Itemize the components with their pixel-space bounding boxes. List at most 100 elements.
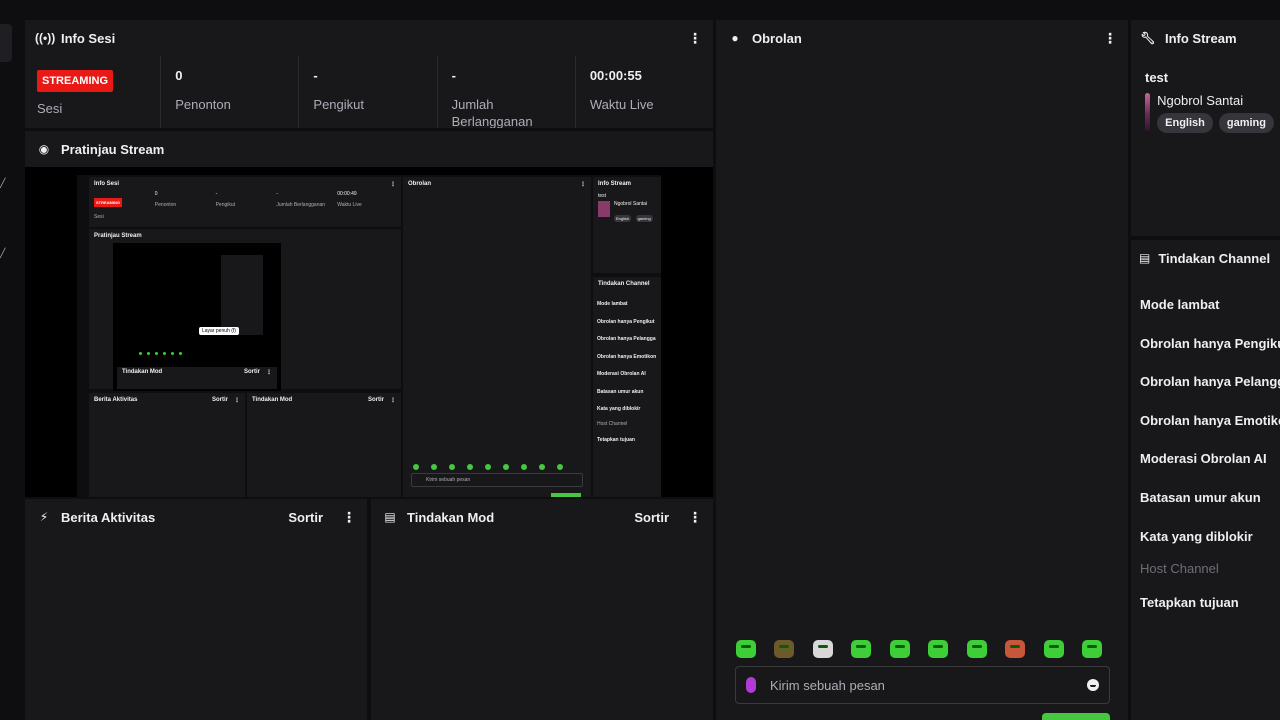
session-info-panel: ((•)) Info Sesi ⋮ STREAMING Sesi 0 Penon… (25, 20, 713, 128)
viewers-label: Penonton (175, 97, 231, 112)
stream-preview-panel: ◉ Pratinjau Stream Info Sesi ⋮ STREAMING S… (25, 131, 713, 497)
emote-icon[interactable] (1005, 640, 1026, 658)
emote-icon[interactable] (851, 640, 872, 658)
mini-followers-value: - (215, 191, 218, 197)
followers-stat: - Pengikut (298, 56, 436, 128)
wrench-icon: 🔧︎ (1140, 31, 1156, 45)
chat-message-input[interactable] (770, 677, 1087, 693)
mini-mod-panel: Tindakan Mod Sortir ⋮ (247, 393, 401, 497)
mini-action-item: Tetapkan tujuan (597, 437, 635, 443)
action-account-age[interactable]: Batasan umur akun (1140, 490, 1261, 505)
category-thumbnail (1145, 93, 1151, 131)
stream-preview-header: ◉ Pratinjau Stream (25, 131, 713, 167)
session-status-stat: STREAMING Sesi (25, 56, 160, 128)
mini-action-item: Host Channel (597, 421, 628, 427)
emote-icon[interactable] (1081, 640, 1102, 658)
sidebar-collapse-tab[interactable] (0, 24, 12, 62)
activity-feed-title: Berita Aktivitas (61, 509, 156, 525)
left-sidebar-strip: ╱ ╱ (0, 0, 22, 720)
mini-chat-title: Obrolan (408, 181, 432, 187)
action-followers-only[interactable]: Obrolan hanya Pengikut (1140, 336, 1280, 351)
stream-preview-video[interactable]: Info Sesi ⋮ STREAMING Sesi 0 Penonton - Peng… (25, 167, 713, 497)
viewers-value: 0 (175, 68, 183, 83)
stream-category: Ngobrol Santai (1157, 93, 1244, 108)
sidebar-mark-icon: ╱ (0, 248, 6, 258)
action-emote-only[interactable]: Obrolan hanya Emotikon (1140, 413, 1280, 428)
session-label: Sesi (37, 101, 63, 116)
emote-icon[interactable] (736, 640, 756, 658)
mini-stream-name: test (598, 193, 607, 199)
document-icon: ▤ (384, 510, 396, 524)
mini-action-item: Obrolan hanya Emotikon (597, 354, 657, 360)
mini-session-label: Sesi (94, 214, 104, 220)
mini-inner-mod-title: Tindakan Mod (122, 369, 163, 375)
mod-actions-panel: ▤ Tindakan Mod Sortir ⋮ (371, 499, 713, 720)
chat-header: ● Obrolan ⋮ (716, 20, 1128, 56)
mini-live-time-value: 00:00:49 (337, 191, 357, 197)
chat-menu-icon[interactable]: ⋮ (1102, 30, 1118, 47)
action-subscribers-only[interactable]: Obrolan hanya Pelanggan (1140, 374, 1280, 389)
mini-tag: gaming (635, 215, 653, 222)
mod-actions-header: ▤ Tindakan Mod Sortir ⋮ (371, 499, 713, 535)
session-info-title: Info Sesi (61, 30, 116, 46)
mini-action-item: Moderasi Obrolan AI (597, 371, 646, 377)
activity-sort-button[interactable]: Sortir (288, 510, 323, 525)
emote-icon[interactable] (889, 640, 910, 658)
action-host-channel: Host Channel (1140, 561, 1219, 576)
chat-panel: ● Obrolan ⋮ (716, 20, 1128, 720)
action-blocked-words[interactable]: Kata yang diblokir (1140, 529, 1253, 544)
subscriptions-stat: - Jumlah Berlangganan (436, 56, 575, 128)
mini-action-item: Obrolan hanya Pengikut (597, 319, 655, 325)
action-slow-mode[interactable]: Mode lambat (1140, 297, 1219, 312)
chat-title: Obrolan (752, 30, 802, 46)
mini-action-item: Obrolan hanya Pelangga (597, 336, 656, 342)
activity-feed-panel: ⚡︎ Berita Aktivitas Sortir ⋮ (25, 499, 367, 720)
mini-tag: English (614, 215, 632, 222)
microphone-icon[interactable] (746, 677, 756, 693)
stream-tag[interactable]: English (1157, 113, 1213, 133)
mini-chat-panel: Obrolan ⋮ Kirim sebuah pesan (403, 177, 591, 497)
live-time-label: Waktu Live (589, 97, 654, 112)
mini-action-item: Kata yang diblokir (597, 406, 641, 412)
mini-fullscreen-tooltip: Layar penuh (f) (199, 327, 239, 335)
stream-tag[interactable]: gaming (1218, 113, 1274, 133)
emoji-picker-icon[interactable] (1087, 679, 1099, 691)
send-button[interactable] (1042, 713, 1110, 720)
mod-menu-icon[interactable]: ⋮ (687, 509, 703, 526)
mini-preview-panel: Pratinjau Stream Layar penuh (f) Tindaka… (89, 229, 401, 391)
emote-icon[interactable] (812, 640, 833, 658)
stream-info-header: 🔧︎ Info Stream (1131, 20, 1280, 56)
mini-subs-label: Jumlah Berlangganan (276, 202, 326, 208)
mini-activity-title: Berita Aktivitas (94, 397, 138, 403)
mini-viewers-value: 0 (154, 191, 158, 197)
mini-followers-label: Pengikut (215, 202, 236, 208)
emote-bar (736, 640, 1102, 658)
mini-channel-actions-panel: Tindakan Channel Mode lambat Obrolan han… (593, 277, 661, 497)
channel-actions-panel: ▤ Tindakan Channel Mode lambat Obrolan h… (1131, 240, 1280, 720)
session-menu-icon[interactable]: ⋮ (687, 30, 703, 47)
emote-icon[interactable] (966, 640, 987, 658)
emote-icon[interactable] (1043, 640, 1064, 658)
mini-viewers-label: Penonton (154, 202, 177, 208)
emote-icon[interactable] (928, 640, 949, 658)
mini-action-item: Mode lambat (597, 301, 628, 307)
chat-input-box[interactable] (735, 666, 1110, 704)
stream-title: test (1145, 70, 1169, 85)
mini-stream-info-panel: Info Stream test Ngobrol Santai English … (593, 177, 661, 273)
mod-actions-title: Tindakan Mod (407, 509, 495, 525)
streaming-badge: STREAMING (37, 70, 113, 92)
emote-icon[interactable] (774, 640, 795, 658)
mini-subs-value: - (276, 191, 279, 197)
subscriptions-label: Jumlah Berlangganan (451, 97, 533, 128)
action-set-goal[interactable]: Tetapkan tujuan (1140, 595, 1239, 610)
chat-bubble-icon: ● (731, 31, 739, 45)
channel-actions-title: Tindakan Channel (1158, 250, 1271, 266)
action-ai-moderation[interactable]: Moderasi Obrolan AI (1140, 451, 1267, 466)
mini-streaming-badge: STREAMING (94, 198, 122, 207)
mini-session-title: Info Sesi (94, 181, 120, 187)
activity-menu-icon[interactable]: ⋮ (341, 509, 357, 526)
mini-stream-info-title: Info Stream (598, 181, 632, 187)
mod-sort-button[interactable]: Sortir (634, 510, 669, 525)
mini-mod-sort: Sortir (367, 397, 384, 403)
subscriptions-value: - (451, 68, 456, 83)
